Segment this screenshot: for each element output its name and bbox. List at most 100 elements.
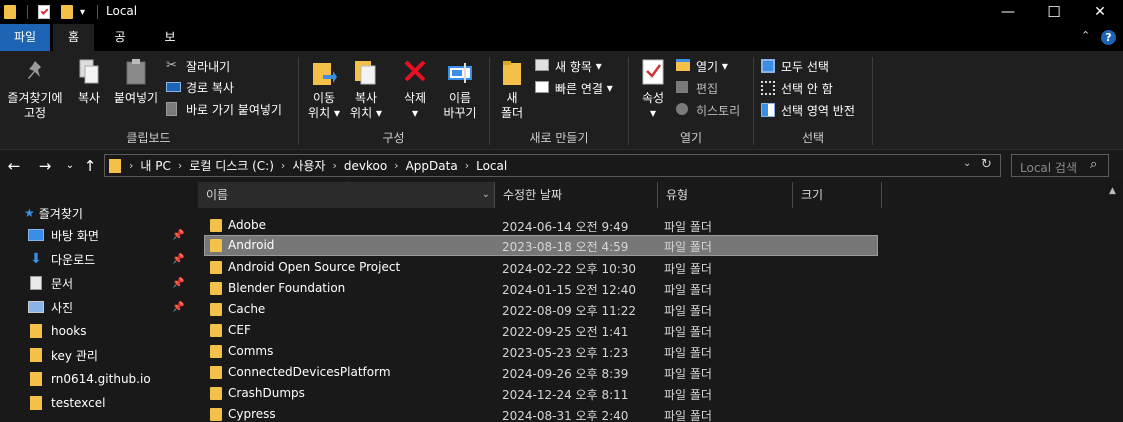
tab-share[interactable]: 공유	[97, 24, 143, 71]
recent-locations-dropdown-icon[interactable]: ⌄	[60, 156, 80, 176]
search-input[interactable]: Local 검색 ⌕	[1011, 154, 1109, 177]
maximize-icon: ☐	[1047, 3, 1061, 21]
pin-to-quick-access-button[interactable]: 즐겨찾기에 고정	[4, 57, 66, 121]
copy-button[interactable]: 복사	[72, 57, 106, 106]
properties-dropdown-icon[interactable]: ▾	[636, 106, 670, 121]
file-name: Android Open Source Project	[228, 260, 401, 274]
open-group: 속성 ▾ 열기 ▾ 편집 히스토리 열기	[630, 51, 752, 150]
breadcrumb-separator-icon[interactable]: ›	[129, 159, 133, 172]
copy-path-button[interactable]: 경로 복사	[166, 78, 234, 96]
search-placeholder: Local 검색	[1020, 161, 1077, 175]
edit-button[interactable]: 편집	[676, 79, 718, 97]
file-row[interactable]: Cypress 2024-08-31 오후 2:40 파일 폴더	[204, 404, 878, 422]
file-row[interactable]: Adobe 2024-06-14 오전 9:49 파일 폴더	[204, 215, 878, 236]
properties-quick-icon[interactable]	[38, 3, 50, 21]
invert-selection-button[interactable]: 선택 영역 반전	[761, 101, 855, 119]
breadcrumb-local[interactable]: Local	[476, 159, 507, 173]
rename-button[interactable]: 이름 바꾸기	[438, 57, 482, 121]
address-dropdown-icon[interactable]: ⌄	[963, 158, 971, 169]
move-to-button[interactable]: 이동 위치 ▾	[306, 57, 342, 121]
sidebar-item-github-io[interactable]: rn0614.github.io	[30, 368, 151, 390]
up-arrow-icon[interactable]: ↑	[80, 156, 100, 176]
file-row[interactable]: CrashDumps 2024-12-24 오후 8:11 파일 폴더	[204, 383, 878, 404]
sidebar-item-testexcel[interactable]: testexcel	[30, 392, 105, 414]
select-none-label: 선택 안 함	[781, 81, 833, 96]
scroll-up-icon[interactable]: ▲	[1109, 186, 1116, 196]
file-name: Comms	[228, 344, 274, 358]
quick-access-dropdown-icon[interactable]: ▾	[80, 3, 85, 21]
divider	[27, 5, 28, 19]
file-row-selected[interactable]: Android 2023-08-18 오전 4:59 파일 폴더	[204, 235, 878, 256]
breadcrumb-separator-icon[interactable]: ›	[281, 159, 285, 172]
breadcrumb-separator-icon[interactable]: ›	[394, 159, 398, 172]
open-button[interactable]: 열기 ▾	[676, 57, 728, 75]
file-row[interactable]: CEF 2022-09-25 오전 1:41 파일 폴더	[204, 320, 878, 341]
breadcrumb-separator-icon[interactable]: ›	[332, 159, 336, 172]
sidebar-item-hooks[interactable]: hooks	[30, 320, 87, 342]
tab-home[interactable]: 홈	[53, 24, 94, 51]
help-icon[interactable]: ?	[1101, 30, 1116, 45]
sidebar-item-downloads[interactable]: ⬇ 다운로드 📌	[28, 248, 188, 270]
properties-icon	[639, 57, 667, 87]
breadcrumb-separator-icon[interactable]: ›	[178, 159, 182, 172]
file-name: CrashDumps	[228, 386, 305, 400]
sidebar-item-pictures[interactable]: 사진 📌	[28, 296, 188, 318]
collapse-ribbon-icon[interactable]: ⌃	[1081, 29, 1090, 42]
column-header-name[interactable]: 이름 ⌄	[198, 182, 494, 208]
file-row[interactable]: Comms 2023-05-23 오후 1:23 파일 폴더	[204, 341, 878, 362]
paste-button[interactable]: 붙여넣기	[110, 57, 162, 106]
breadcrumb-separator-icon[interactable]: ›	[465, 159, 469, 172]
file-name: Cache	[228, 302, 266, 316]
column-header-date[interactable]: 수정한 날짜	[495, 182, 657, 208]
column-divider[interactable]	[881, 182, 882, 208]
breadcrumb-appdata[interactable]: AppData	[406, 159, 458, 173]
breadcrumb-users[interactable]: 사용자	[292, 157, 325, 174]
copy-to-button[interactable]: 복사 위치 ▾	[348, 57, 384, 121]
delete-button[interactable]: 삭제 ▾	[398, 57, 432, 121]
history-button[interactable]: 히스토리	[676, 101, 740, 119]
file-name: Adobe	[228, 218, 266, 232]
file-row[interactable]: Blender Foundation 2024-01-15 오전 12:40 파…	[204, 278, 878, 299]
tab-file[interactable]: 파일	[0, 24, 50, 51]
file-name: CEF	[228, 323, 251, 337]
new-item-button[interactable]: 새 항목 ▾	[535, 57, 602, 75]
back-arrow-icon[interactable]: ←	[4, 156, 24, 176]
file-date: 2024-12-24 오후 8:11	[502, 388, 629, 402]
star-icon: ★	[24, 206, 35, 220]
forward-arrow-icon[interactable]: →	[35, 156, 55, 176]
breadcrumb-this-pc[interactable]: 내 PC	[140, 157, 170, 174]
column-header-size[interactable]: 크기	[793, 182, 881, 208]
breadcrumb-local-disk[interactable]: 로컬 디스크 (C:)	[189, 157, 274, 174]
select-all-label: 모두 선택	[781, 59, 829, 74]
breadcrumb-devkoo[interactable]: devkoo	[344, 159, 387, 173]
column-header-type[interactable]: 유형	[658, 182, 792, 208]
easy-access-button[interactable]: 빠른 연결 ▾	[535, 79, 613, 97]
file-type: 파일 폴더	[664, 346, 712, 360]
close-button[interactable]: ✕	[1077, 0, 1123, 24]
sidebar-item-desktop[interactable]: 바탕 화면 📌	[28, 224, 188, 246]
move-to-icon	[310, 57, 338, 87]
column-filter-dropdown-icon[interactable]: ⌄	[482, 182, 490, 208]
minimize-button[interactable]: —	[985, 0, 1031, 24]
paste-shortcut-button[interactable]: 바로 가기 붙여넣기	[166, 100, 282, 118]
new-folder-button[interactable]: 새 폴더	[495, 57, 529, 121]
sidebar-item-key-management[interactable]: key 관리	[30, 344, 98, 366]
address-bar[interactable]: › 내 PC › 로컬 디스크 (C:) › 사용자 › devkoo › Ap…	[104, 154, 1001, 177]
file-row[interactable]: Cache 2022-08-09 오후 11:22 파일 폴더	[204, 299, 878, 320]
vertical-scrollbar[interactable]: ▲	[1105, 182, 1123, 422]
file-row[interactable]: ConnectedDevicesPlatform 2024-09-26 오후 8…	[204, 362, 878, 383]
file-row[interactable]: Android Open Source Project 2024-02-22 오…	[204, 257, 878, 278]
cut-button[interactable]: ✂ 잘라내기	[166, 57, 230, 75]
select-none-button[interactable]: 선택 안 함	[761, 79, 833, 97]
sidebar-item-documents[interactable]: 문서 📌	[28, 272, 188, 294]
refresh-icon[interactable]: ↻	[981, 157, 992, 172]
new-folder-quick-icon[interactable]	[61, 3, 73, 21]
sidebar-item-label: 다운로드	[51, 252, 96, 267]
tab-view[interactable]: 보기	[147, 24, 193, 71]
delete-dropdown-icon[interactable]: ▾	[398, 106, 432, 121]
select-all-button[interactable]: 모두 선택	[761, 57, 829, 75]
maximize-button[interactable]: ☐	[1031, 0, 1077, 24]
properties-button[interactable]: 속성 ▾	[636, 57, 670, 121]
sidebar-quick-access[interactable]: ★ 즐겨찾기	[24, 202, 83, 224]
edit-icon	[676, 81, 692, 95]
